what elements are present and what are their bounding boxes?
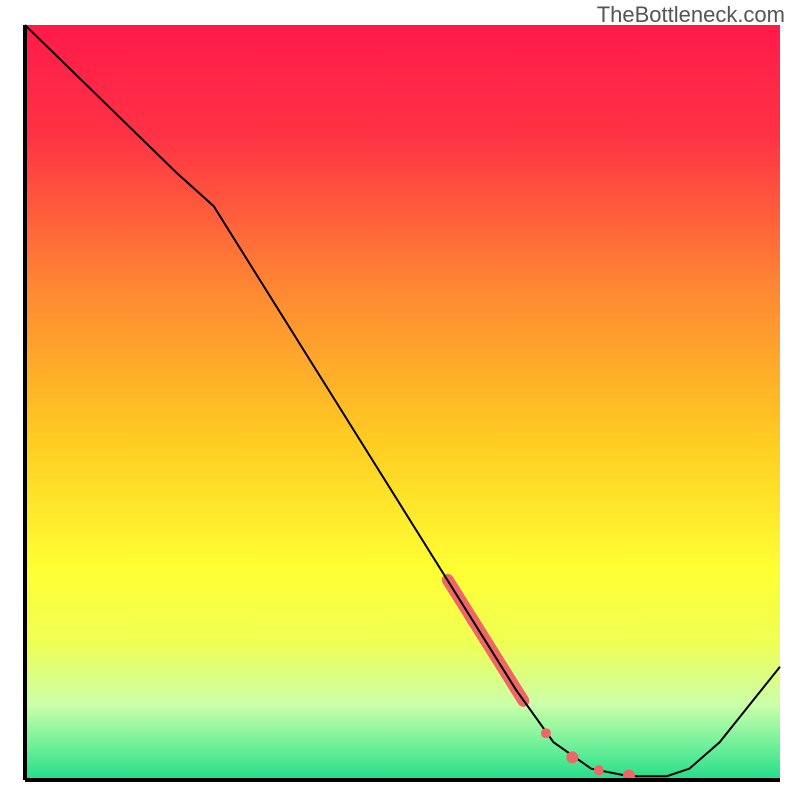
highlight-dot (566, 751, 578, 763)
highlight-dot (541, 728, 551, 738)
plot-background (25, 25, 780, 780)
bottleneck-chart (0, 0, 800, 800)
watermark-text: TheBottleneck.com (597, 2, 785, 28)
highlight-dot (594, 765, 604, 775)
chart-container: TheBottleneck.com (0, 0, 800, 800)
